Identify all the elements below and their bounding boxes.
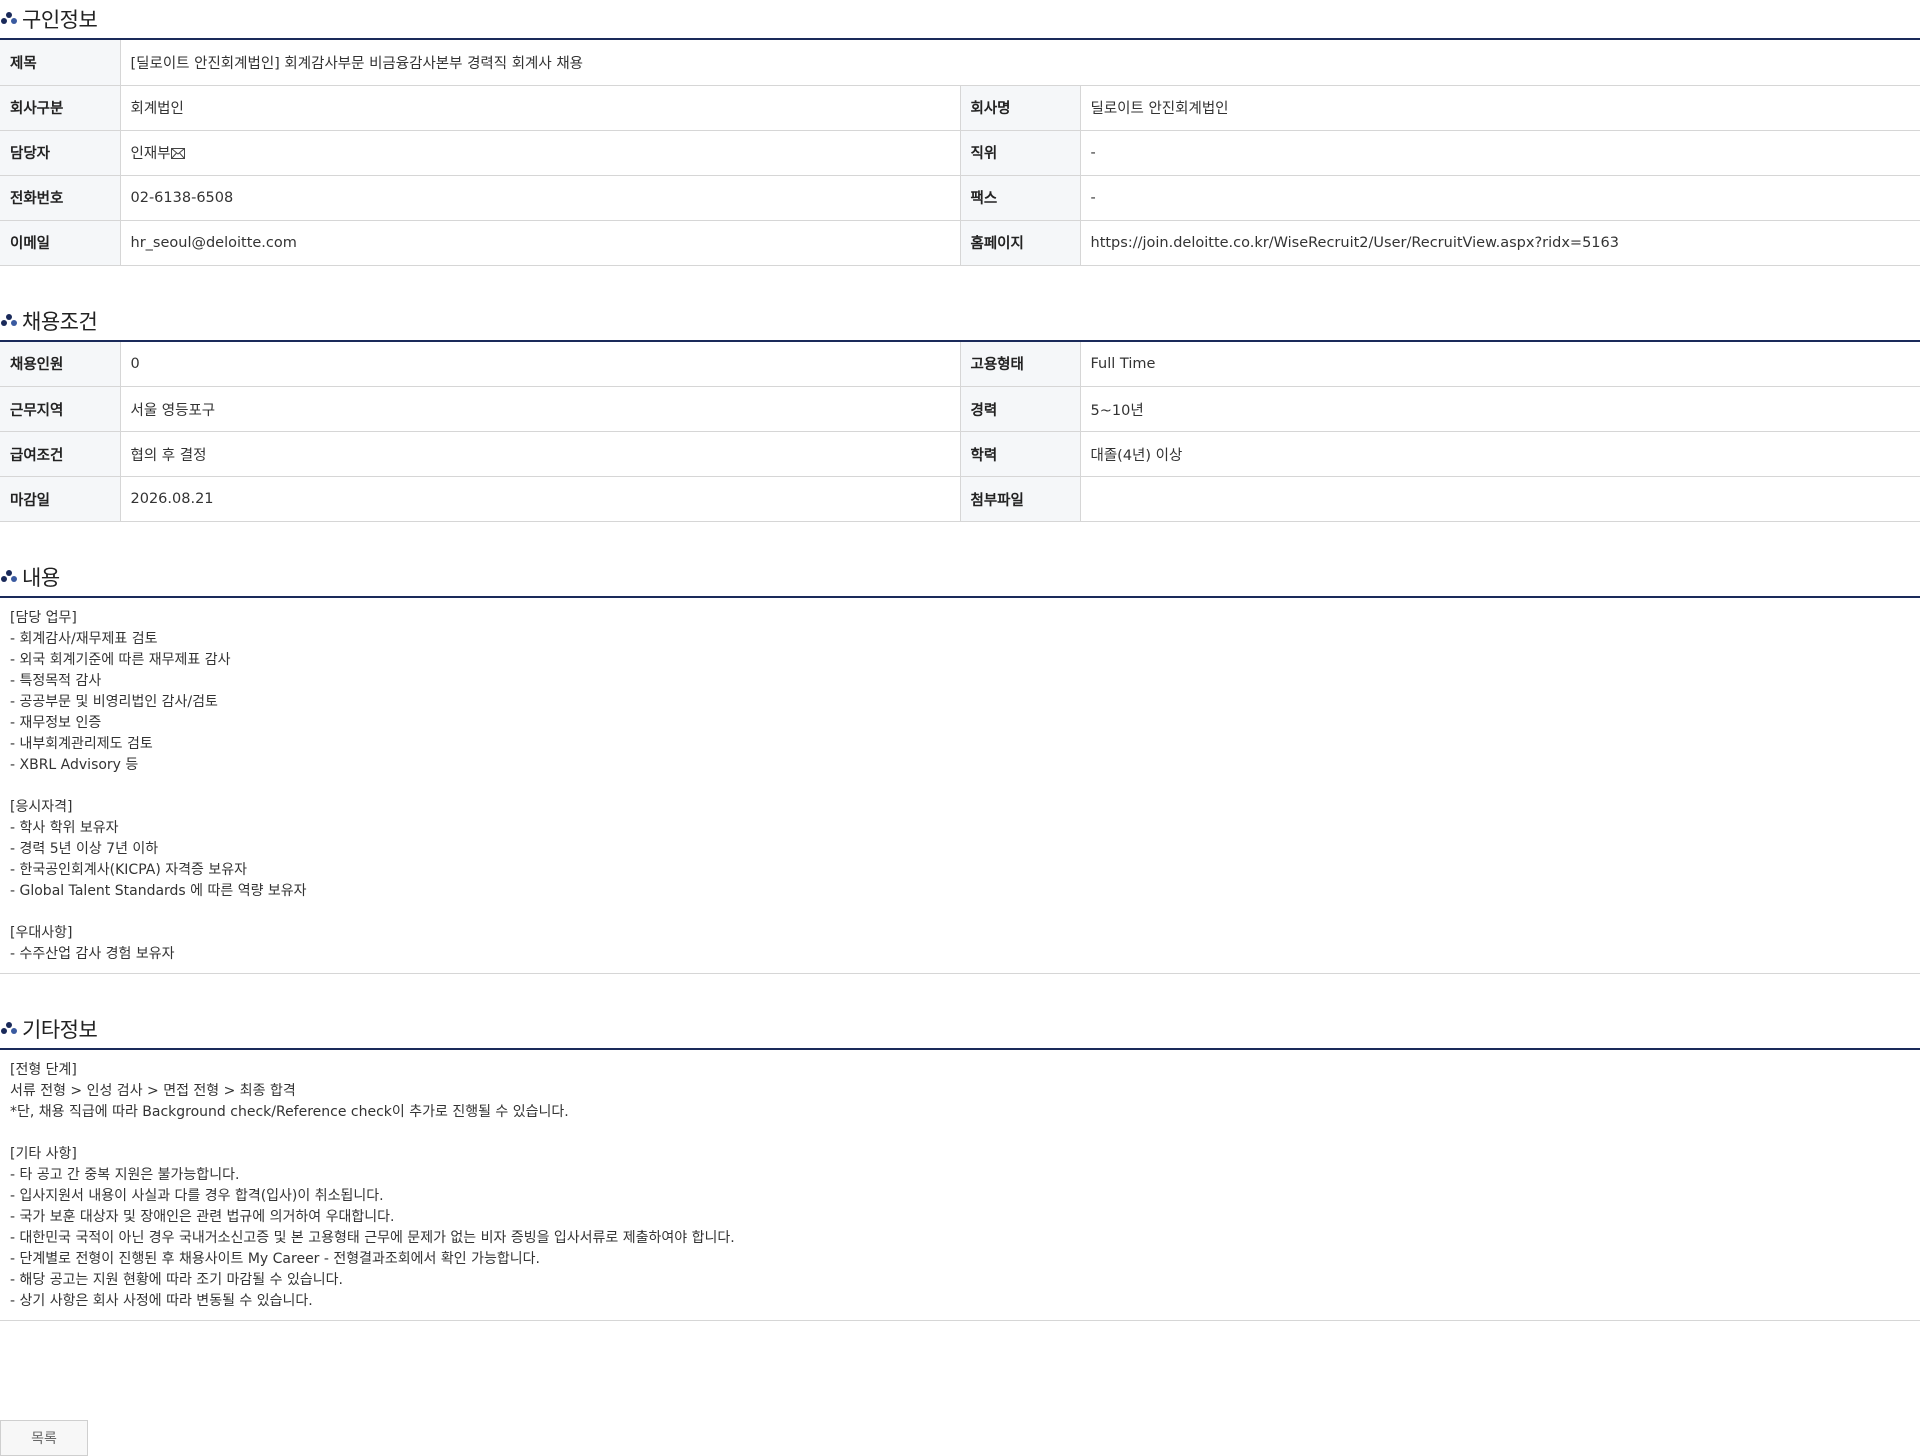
row-value: 회계법인 [120,85,961,131]
envelope-icon[interactable] [170,148,185,159]
content-line: - XBRL Advisory 등 [10,757,139,773]
table-row: 채용인원 0 고용형태 Full Time [0,341,1920,387]
content-line [10,1123,1910,1144]
content-line: [우대사항] [10,925,73,941]
content-line: - 외국 회계기준에 따른 재무제표 감사 [10,652,231,668]
content-line: [기타 사항] [10,1146,77,1162]
table-row: 이메일 hr_seoul@deloitte.com 홈페이지 https://j… [0,220,1920,266]
content-line: - 국가 보훈 대상자 및 장애인은 관련 법규에 의거하여 우대합니다. [10,1209,395,1225]
content-line: - 대한민국 국적이 아닌 경우 국내거소신고증 및 본 고용형태 근무에 문제… [10,1230,735,1246]
row-label: 첨부파일 [960,476,1081,522]
row-value: [딜로이트 안진회계법인] 회계감사부문 비금융감사본부 경력직 회계사 채용 [120,40,1920,86]
row-label: 전화번호 [0,175,121,221]
content-line: - 상기 사항은 회사 사정에 따라 변동될 수 있습니다. [10,1293,313,1309]
bullet-cluster-icon [1,1022,17,1034]
content-line: - 수주산업 감사 경험 보유자 [10,946,175,962]
content-line: - 회계감사/재무제표 검토 [10,631,158,647]
row-label: 학력 [960,431,1081,477]
content-line: [담당 업무] [10,610,77,626]
section-title: 내용 [22,566,60,590]
content-line: - 타 공고 간 중복 지원은 불가능합니다. [10,1167,240,1183]
job-info-section: 구인정보 제목 [딜로이트 안진회계법인] 회계감사부문 비금융감사본부 경력직… [0,0,1920,266]
content-line: - 해당 공고는 지원 현황에 따라 조기 마감될 수 있습니다. [10,1272,343,1288]
content-line: - 경력 5년 이상 7년 이하 [10,841,159,857]
row-label: 회사명 [960,85,1081,131]
table-row: 마감일 2026.08.21 첨부파일 [0,476,1920,522]
section-title: 채용조건 [22,309,98,334]
row-value: Full Time [1080,341,1920,387]
conditions-section: 채용조건 채용인원 0 고용형태 Full Time 근무지역 서울 영등포구 … [0,302,1920,522]
other-info-section: 기타정보 [전형 단계] 서류 전형 > 인성 검사 > 면접 전형 > 최종 … [0,1010,1920,1321]
section-title: 구인정보 [22,8,98,32]
row-label: 직위 [960,130,1081,176]
table-row: 제목 [딜로이트 안진회계법인] 회계감사부문 비금융감사본부 경력직 회계사 … [0,40,1920,86]
row-value: 협의 후 결정 [120,431,961,477]
content-line: - Global Talent Standards 에 따른 역량 보유자 [10,883,307,899]
contact-name: 인재부 [130,146,171,162]
row-value: 인재부 [120,130,961,176]
row-label: 담당자 [0,130,121,176]
other-info-header: 기타정보 [0,1010,1920,1048]
content-line: - 특정목적 감사 [10,673,102,689]
row-value: 딜로이트 안진회계법인 [1080,85,1920,131]
list-button[interactable]: 목록 [0,1420,88,1456]
content-line: - 학사 학위 보유자 [10,820,119,836]
row-label: 회사구분 [0,85,121,131]
bullet-cluster-icon [1,12,17,24]
job-info-header: 구인정보 [0,0,1920,38]
row-value: - [1080,175,1920,221]
content-line: - 입사지원서 내용이 사실과 다를 경우 합격(입사)이 취소됩니다. [10,1188,384,1204]
conditions-header: 채용조건 [0,302,1920,340]
content-line: - 내부회계관리제도 검토 [10,736,153,752]
job-info-table: 제목 [딜로이트 안진회계법인] 회계감사부문 비금융감사본부 경력직 회계사 … [0,40,1920,266]
row-value: 2026.08.21 [120,476,961,522]
content-line: [전형 단계] [10,1062,77,1078]
row-value: 대졸(4년) 이상 [1080,431,1920,477]
row-label: 급여조건 [0,431,121,477]
row-value: 서울 영등포구 [120,386,961,432]
content-line: - 재무정보 인증 [10,715,102,731]
row-value: 5~10년 [1080,386,1920,432]
row-label: 이메일 [0,220,121,266]
bullet-cluster-icon [1,313,17,326]
content-header: 내용 [0,558,1920,596]
content-line: - 공공부문 및 비영리법인 감사/검토 [10,694,218,710]
table-row: 회사구분 회계법인 회사명 딜로이트 안진회계법인 [0,85,1920,131]
row-label: 마감일 [0,476,121,522]
content-line: [응시자격] [10,799,73,815]
row-label: 홈페이지 [960,220,1081,266]
content-line: - 한국공인회계사(KICPA) 자격증 보유자 [10,862,247,878]
table-row: 담당자 인재부 직위 - [0,130,1920,176]
attachment-value [1080,476,1920,522]
content-section: 내용 [담당 업무] - 회계감사/재무제표 검토 - 외국 회계기준에 따른 … [0,558,1920,974]
section-title: 기타정보 [22,1018,98,1042]
bullet-cluster-icon [1,570,17,582]
content-line: 서류 전형 > 인성 검사 > 면접 전형 > 최종 합격 [10,1083,296,1099]
row-value: - [1080,130,1920,176]
content-line: *단, 채용 직급에 따라 Background check/Reference… [10,1104,569,1120]
row-label: 팩스 [960,175,1081,221]
content-line [10,776,1910,797]
table-row: 전화번호 02-6138-6508 팩스 - [0,175,1920,221]
row-value: 02-6138-6508 [120,175,961,221]
content-body: [담당 업무] - 회계감사/재무제표 검토 - 외국 회계기준에 따른 재무제… [0,598,1920,974]
email-value: hr_seoul@deloitte.com [120,220,961,266]
row-label: 근무지역 [0,386,121,432]
table-row: 근무지역 서울 영등포구 경력 5~10년 [0,386,1920,432]
row-label: 제목 [0,40,121,86]
row-label: 경력 [960,386,1081,432]
conditions-table: 채용인원 0 고용형태 Full Time 근무지역 서울 영등포구 경력 5~… [0,341,1920,522]
row-label: 고용형태 [960,341,1081,387]
homepage-link[interactable]: https://join.deloitte.co.kr/WiseRecruit2… [1080,220,1920,266]
job-title-text: [딜로이트 안진회계법인] 회계감사부문 비금융감사본부 경력직 회계사 채용 [130,55,584,72]
row-value: 0 [120,341,961,387]
row-label: 채용인원 [0,341,121,387]
content-line: - 단계별로 전형이 진행된 후 채용사이트 My Career - 전형결과조… [10,1251,540,1267]
content-line [10,902,1910,923]
other-info-body: [전형 단계] 서류 전형 > 인성 검사 > 면접 전형 > 최종 합격 *단… [0,1050,1920,1321]
table-row: 급여조건 협의 후 결정 학력 대졸(4년) 이상 [0,431,1920,477]
